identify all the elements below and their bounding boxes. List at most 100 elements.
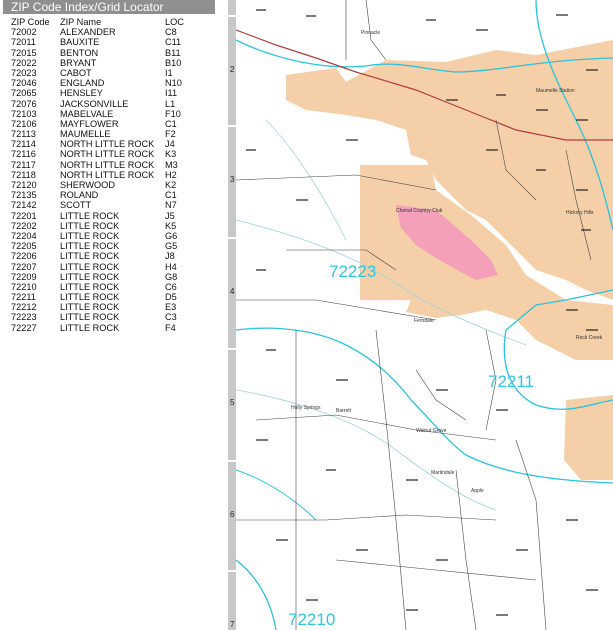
index-name: LITTLE ROCK <box>60 271 120 282</box>
index-loc: N10 <box>165 78 182 89</box>
ruler-notch <box>228 125 236 127</box>
index-zip: 72117 <box>11 159 36 170</box>
index-name: MAYFLOWER <box>60 118 119 129</box>
index-zip: 72210 <box>11 281 37 292</box>
index-row: 72206 LITTLE ROCK J8 <box>11 251 205 261</box>
place-label: Barrett <box>336 408 352 414</box>
index-row: 72142 SCOTT N7 <box>11 200 205 210</box>
index-name: ROLAND <box>60 190 99 201</box>
place-label: Martindale <box>431 470 455 476</box>
index-zip: 72204 <box>11 230 37 241</box>
index-zip: 72103 <box>11 108 37 119</box>
grid-number: 4 <box>230 287 235 296</box>
index-name: NORTH LITTLE ROCK <box>60 159 155 170</box>
index-row: 72209 LITTLE ROCK G8 <box>11 272 205 282</box>
index-name: CABOT <box>60 67 92 78</box>
index-loc: L1 <box>165 98 176 109</box>
index-zip: 72113 <box>11 129 36 140</box>
index-loc: I1 <box>165 67 173 78</box>
index-zip: 72223 <box>11 312 37 323</box>
index-name: LITTLE ROCK <box>60 281 120 292</box>
index-loc: G8 <box>165 271 178 282</box>
index-name: BENTON <box>60 47 99 58</box>
index-zip: 72116 <box>11 149 36 160</box>
grid-number: 6 <box>230 510 235 519</box>
index-loc: F10 <box>165 108 181 119</box>
index-row: 72113 MAUMELLE F2 <box>11 129 205 139</box>
index-row: 72002 ALEXANDER C8 <box>11 27 205 37</box>
zip-boundary-south <box>236 559 277 630</box>
index-loc: B10 <box>165 57 182 68</box>
index-loc: C6 <box>165 281 177 292</box>
index-row: 72205 LITTLE ROCK G5 <box>11 241 205 251</box>
index-zip: 72211 <box>11 292 36 303</box>
index-name: SCOTT <box>60 200 92 211</box>
index-row: 72211 LITTLE ROCK D5 <box>11 292 205 302</box>
index-zip: 72120 <box>11 180 37 190</box>
index-row: 72207 LITTLE ROCK H4 <box>11 262 205 272</box>
index-loc: M3 <box>165 159 178 170</box>
index-name: ALEXANDER <box>60 27 116 38</box>
index-loc: J4 <box>165 139 175 150</box>
place-label: Chenal Country Club <box>396 208 443 214</box>
index-zip: 72065 <box>11 88 37 99</box>
index-loc: G5 <box>165 241 178 252</box>
index-name: LITTLE ROCK <box>60 220 120 231</box>
index-name: SHERWOOD <box>60 180 115 190</box>
index-row: 72106 MAYFLOWER C1 <box>11 119 205 129</box>
zip-boundary-south-east <box>236 469 317 521</box>
index-zip: 72202 <box>11 220 37 231</box>
index-loc: C1 <box>165 190 177 201</box>
index-name: MABELVALE <box>60 108 114 119</box>
index-loc: B11 <box>165 47 181 58</box>
index-zip: 72106 <box>11 118 37 129</box>
grid-number: 5 <box>230 398 235 407</box>
index-name: LITTLE ROCK <box>60 312 120 323</box>
zip-label: 72211 <box>488 372 535 391</box>
index-name: MAUMELLE <box>60 129 111 140</box>
place-label: Rock Creek <box>576 335 603 341</box>
index-loc: J5 <box>165 210 175 221</box>
index-row: 72120 SHERWOOD K2 <box>11 180 205 190</box>
index-row: 72135 ROLAND C1 <box>11 190 205 200</box>
index-zip: 72209 <box>11 271 37 282</box>
grid-number: 7 <box>230 620 235 629</box>
index-rows: 72002 ALEXANDER C8 72011 BAUXITE C11 72015 BENT… <box>11 27 205 333</box>
ruler-notch <box>228 460 236 462</box>
index-name: BRYANT <box>60 57 97 68</box>
index-row: 72046 ENGLAND N10 <box>11 78 205 88</box>
index-loc: G6 <box>165 230 178 241</box>
index-row: 72118 NORTH LITTLE ROCK H2 <box>11 170 205 180</box>
col-header-zip: ZIP Code <box>11 17 50 27</box>
index-zip: 72212 <box>11 302 37 313</box>
index-name: LITTLE ROCK <box>60 251 120 262</box>
index-name: LITTLE ROCK <box>60 241 120 252</box>
index-name: ENGLAND <box>60 78 105 89</box>
index-loc: K3 <box>165 149 177 160</box>
index-loc: N7 <box>165 200 177 211</box>
index-zip: 72023 <box>11 67 37 78</box>
map-area[interactable]: 72223 72211 72210 Maumelle Station Hickory H… <box>236 0 613 630</box>
col-header-name: ZIP Name <box>60 17 102 27</box>
index-zip: 72135 <box>11 190 37 201</box>
index-name: JACKSONVILLE <box>60 98 129 109</box>
index-zip: 72227 <box>11 322 37 333</box>
index-name: LITTLE ROCK <box>60 230 120 241</box>
index-loc: C8 <box>165 27 177 38</box>
index-name: NORTH LITTLE ROCK <box>60 139 155 150</box>
index-zip: 72002 <box>11 27 37 38</box>
index-row: 72065 HENSLEY I11 <box>11 88 205 98</box>
index-loc: F2 <box>165 129 176 140</box>
place-label: Pinnacle <box>361 30 381 36</box>
index-row: 72076 JACKSONVILLE L1 <box>11 99 205 109</box>
index-loc: K2 <box>165 180 177 190</box>
index-loc: F4 <box>165 322 176 333</box>
index-row: 72201 LITTLE ROCK J5 <box>11 211 205 221</box>
index-name: LITTLE ROCK <box>60 302 120 313</box>
index-zip: 72046 <box>11 78 37 89</box>
grid-number: 2 <box>230 65 235 74</box>
index-row: 72204 LITTLE ROCK G6 <box>11 231 205 241</box>
index-loc: C1 <box>165 118 177 129</box>
place-label: Apple <box>471 488 484 494</box>
urban-area-southeast <box>564 395 613 480</box>
